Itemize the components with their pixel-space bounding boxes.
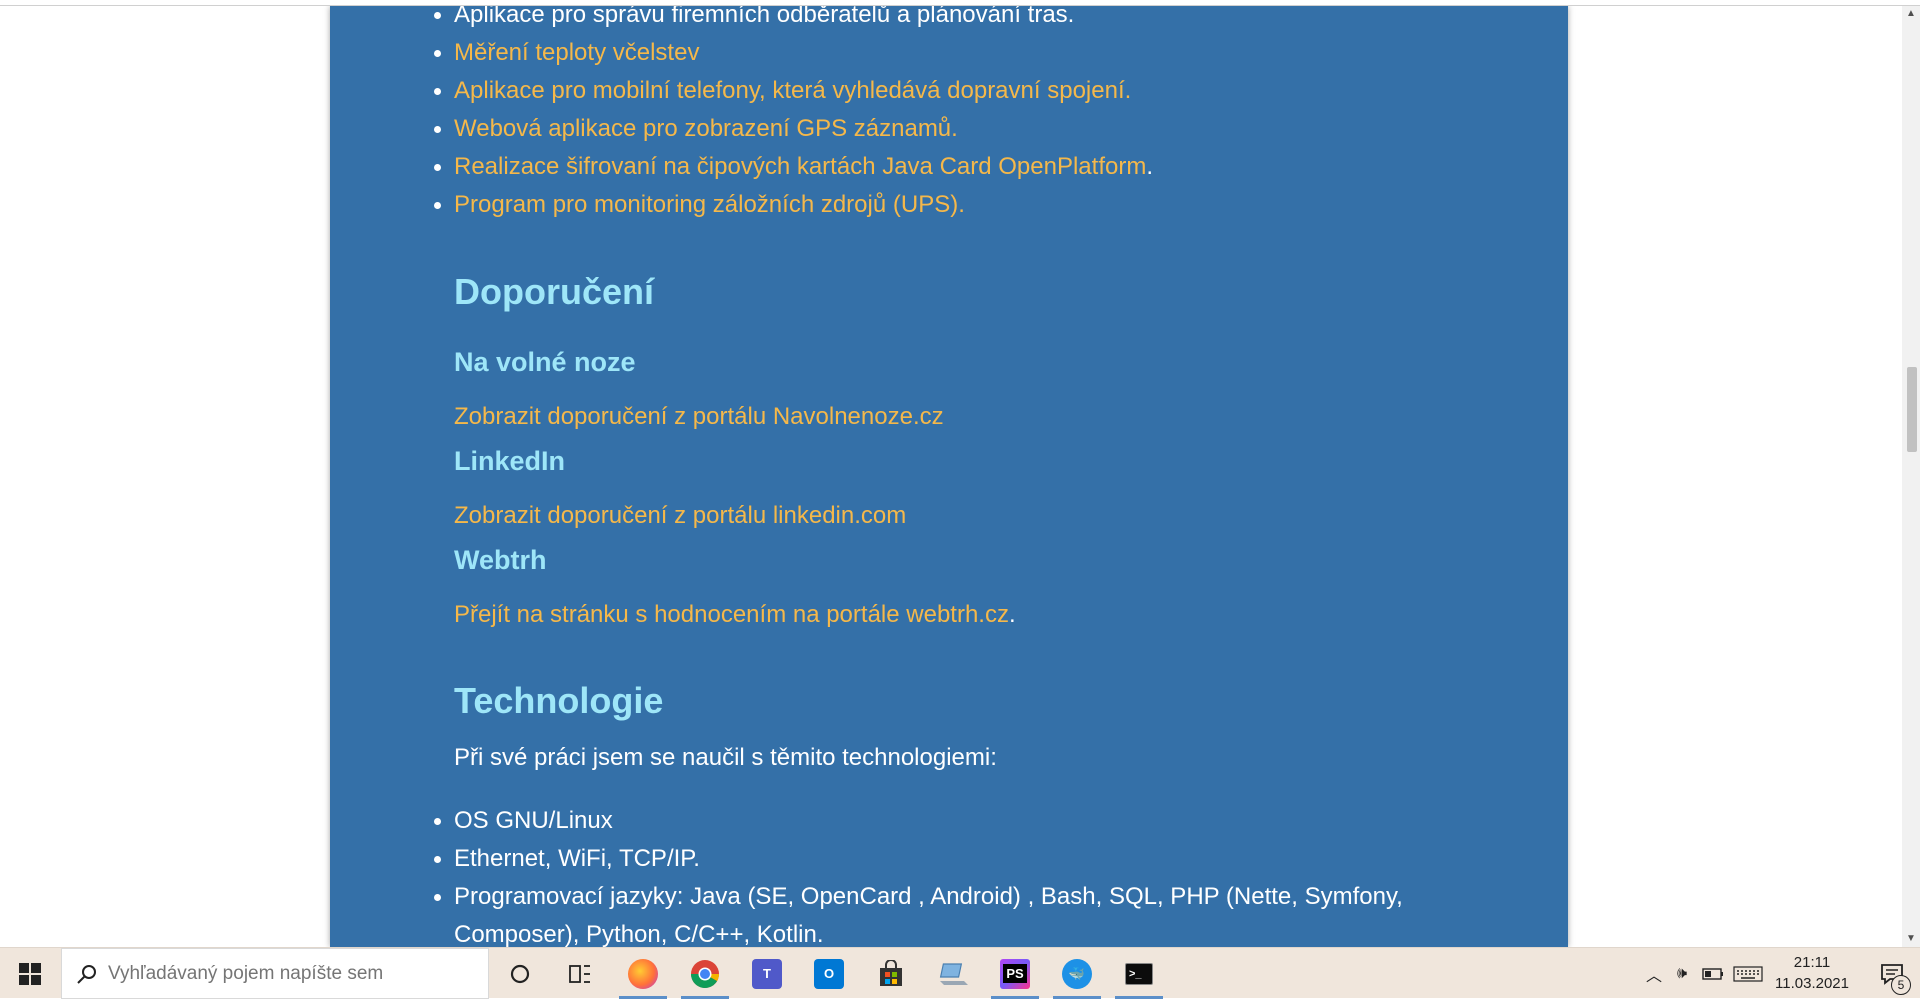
webtrh-heading: Webtrh <box>454 545 547 575</box>
system-clock[interactable]: 21:11 11.03.2021 <box>1766 952 1858 994</box>
store-icon <box>880 959 902 986</box>
webtrh-paragraph: Přejít na stránku s hodnocením na portál… <box>454 601 1016 629</box>
recommendations-heading: Doporučení <box>454 271 655 312</box>
taskbar-search-box[interactable] <box>61 948 489 999</box>
laptop-app-icon <box>939 962 968 985</box>
keyboard-button[interactable] <box>1730 948 1766 999</box>
firefox-icon <box>628 958 658 989</box>
webtrh-suffix: . <box>1008 601 1016 628</box>
vertical-scrollbar[interactable]: ▲ ▼ <box>1902 6 1920 947</box>
task-view-icon <box>569 964 590 983</box>
windows-logo-icon <box>19 962 41 985</box>
notification-count-badge: 5 <box>1891 975 1911 995</box>
project-link[interactable]: Aplikace pro mobilní telefony, která vyh… <box>454 77 1131 104</box>
project-text: Aplikace pro správu firemních odběratelů… <box>454 6 1075 28</box>
project-suffix: . <box>1146 153 1153 180</box>
technologies-list: OS GNU/Linux Ethernet, WiFi, TCP/IP. Pro… <box>434 802 1554 947</box>
navolnenoze-link[interactable]: Zobrazit doporučení z portálu Navolnenoz… <box>454 403 944 431</box>
cortana-icon <box>510 964 530 983</box>
teams-icon: T <box>752 958 782 989</box>
teams-button[interactable]: T <box>739 948 795 999</box>
action-center-button[interactable] <box>1864 948 1920 999</box>
docker-button[interactable]: 🐳 <box>1049 948 1105 999</box>
list-item: OS GNU/Linux <box>434 802 1554 840</box>
scroll-down-arrow-icon[interactable]: ▼ <box>1902 931 1920 947</box>
list-item[interactable]: Webová aplikace pro zobrazení GPS záznam… <box>434 110 1554 148</box>
show-hidden-icons-button[interactable]: ︿ <box>1640 948 1668 999</box>
navolnenoze-heading: Na volné noze <box>454 347 636 377</box>
content-card: Aplikace pro správu firemních odběratelů… <box>330 6 1568 947</box>
technologies-heading: Technologie <box>454 680 664 721</box>
volume-button[interactable]: 🕪 <box>1668 948 1696 999</box>
clock-time: 21:11 <box>1793 954 1831 971</box>
docker-icon: 🐳 <box>1062 958 1092 989</box>
laptop-app-button[interactable] <box>925 948 981 999</box>
project-link[interactable]: Program pro monitoring záložních zdrojů … <box>454 191 965 218</box>
cortana-button[interactable] <box>492 948 548 999</box>
technology-text: Ethernet, WiFi, TCP/IP. <box>454 845 700 872</box>
firefox-button[interactable] <box>615 948 671 999</box>
phpstorm-button[interactable]: PS <box>987 948 1043 999</box>
linkedin-link[interactable]: Zobrazit doporučení z portálu linkedin.c… <box>454 502 906 530</box>
taskbar: T O PS 🐳 >_ ︿ 🕪 21:11 11.0 <box>0 947 1920 999</box>
projects-list: Aplikace pro správu firemních odběratelů… <box>434 6 1554 224</box>
list-item: Aplikace pro správu firemních odběratelů… <box>434 6 1554 34</box>
list-item: Ethernet, WiFi, TCP/IP. <box>434 840 1554 878</box>
outlook-button[interactable]: O <box>801 948 857 999</box>
project-link[interactable]: Měření teploty včelstev <box>454 39 699 66</box>
technology-text: Programovací jazyky: Java (SE, OpenCard … <box>454 883 1403 910</box>
chrome-button[interactable] <box>677 948 733 999</box>
list-item: Programovací jazyky: Java (SE, OpenCard … <box>434 878 1554 947</box>
volume-icon: 🕪 <box>1676 964 1688 982</box>
task-view-button[interactable] <box>552 948 608 999</box>
project-link[interactable]: Webová aplikace pro zobrazení GPS záznam… <box>454 115 958 142</box>
terminal-button[interactable]: >_ <box>1111 948 1167 999</box>
list-item[interactable]: Realizace šifrovaní na čipových kartách … <box>434 148 1554 186</box>
search-icon <box>77 964 96 984</box>
webtrh-link[interactable]: Přejít na stránku s hodnocením na portál… <box>454 601 1009 628</box>
list-item[interactable]: Měření teploty včelstev <box>434 34 1554 72</box>
chevron-up-icon: ︿ <box>1645 967 1662 985</box>
scrollbar-thumb[interactable] <box>1907 367 1917 452</box>
clock-date: 11.03.2021 <box>1775 975 1849 992</box>
terminal-icon: >_ <box>1125 962 1153 985</box>
list-item[interactable]: Program pro monitoring záložních zdrojů … <box>434 186 1554 224</box>
technology-text: OS GNU/Linux <box>454 807 613 834</box>
outlook-icon: O <box>814 958 844 989</box>
store-button[interactable] <box>863 948 919 999</box>
search-input[interactable] <box>106 961 470 986</box>
start-button[interactable] <box>0 948 60 999</box>
battery-icon <box>1702 967 1723 980</box>
technologies-intro: Při své práci jsem se naučil s těmito te… <box>454 744 997 771</box>
phpstorm-icon: PS <box>1000 958 1030 989</box>
battery-button[interactable] <box>1698 948 1728 999</box>
technology-text-continued: Composer), Python, C/C++, Kotlin. <box>454 921 824 947</box>
keyboard-icon <box>1733 965 1763 982</box>
chrome-icon <box>691 959 719 988</box>
linkedin-heading: LinkedIn <box>454 446 566 476</box>
page-viewport: Aplikace pro správu firemních odběratelů… <box>0 6 1902 947</box>
scroll-up-arrow-icon[interactable]: ▲ <box>1902 6 1920 22</box>
project-link[interactable]: Realizace šifrovaní na čipových kartách … <box>454 153 1146 180</box>
list-item[interactable]: Aplikace pro mobilní telefony, která vyh… <box>434 72 1554 110</box>
